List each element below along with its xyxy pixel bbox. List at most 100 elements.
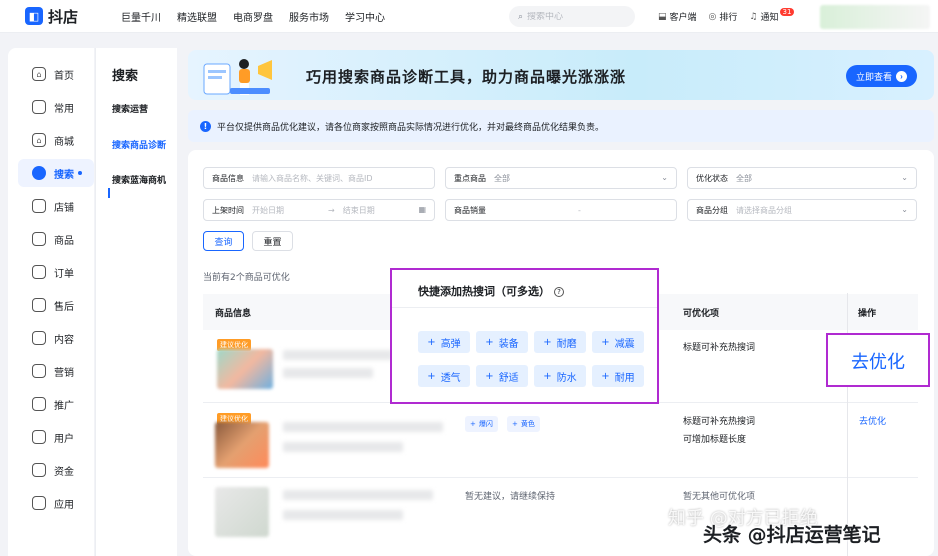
product-info-field[interactable]: 商品信息 请输入商品名称、关键词、商品ID bbox=[203, 167, 435, 189]
category-select[interactable]: 商品分组 请选择商品分组 ⌄ bbox=[687, 199, 917, 221]
view-now-label: 立即查看 bbox=[855, 71, 892, 82]
nav-item-market[interactable]: 服务市场 bbox=[289, 9, 329, 24]
help-icon[interactable]: ? bbox=[554, 287, 564, 297]
nav-item-alliance[interactable]: 精选联盟 bbox=[177, 9, 217, 24]
hot-keyword-popover: 快捷添加热搜词（可多选）? + 高弹 + 装备 + 耐磨 + 减震 + 透气 + 舒适 + 防… bbox=[390, 268, 659, 404]
submenu-item-blue-ocean[interactable]: 搜索蓝海商机 bbox=[112, 173, 166, 186]
sidebar-item-order[interactable]: 订单 bbox=[18, 258, 94, 286]
end-date[interactable]: 结束日期 bbox=[343, 205, 375, 216]
product-meta bbox=[283, 442, 403, 452]
content-icon bbox=[32, 331, 46, 345]
sidebar-item-content[interactable]: 内容 bbox=[18, 324, 94, 352]
submenu-item-diagnosis[interactable]: 搜索商品诊断 bbox=[112, 138, 166, 151]
keyword-chip[interactable]: + 爆闪 bbox=[465, 416, 498, 432]
reset-button[interactable]: 重置 bbox=[252, 231, 293, 251]
avatar[interactable] bbox=[820, 5, 930, 29]
sidebar-item-label: 搜索 bbox=[54, 169, 74, 181]
home-icon: ⌂ bbox=[32, 67, 46, 81]
product-thumbnail[interactable] bbox=[215, 422, 269, 468]
header-action: 操作 bbox=[858, 309, 877, 319]
promo-banner: 巧用搜索商品诊断工具，助力商品曝光涨涨涨 立即查看 › bbox=[188, 50, 934, 100]
sidebar: ⌂ 首页 常用 ⌂ 商城 搜索 店铺 商品 订单 售后 内容 营销 推广 用户 资金… bbox=[8, 48, 94, 556]
store-icon bbox=[32, 199, 46, 213]
listing-time-range[interactable]: 上架时间 开始日期 → 结束日期 ▦ bbox=[203, 199, 435, 221]
product-name bbox=[283, 490, 433, 500]
field-placeholder: 请输入商品名称、关键词、商品ID bbox=[252, 173, 373, 183]
client-button[interactable]: ⬓ 客户端 bbox=[658, 10, 697, 24]
keyword-chip[interactable]: + 耐磨 bbox=[534, 331, 586, 353]
sidebar-item-store[interactable]: 店铺 bbox=[18, 192, 94, 220]
info-icon: ! bbox=[200, 120, 211, 132]
keyword-label: 舒适 bbox=[498, 372, 519, 384]
sidebar-item-home[interactable]: ⌂ 首页 bbox=[18, 60, 94, 88]
range-arrow-icon: → bbox=[328, 205, 335, 215]
sidebar-item-user[interactable]: 用户 bbox=[18, 423, 94, 451]
bell-icon: ♫ bbox=[749, 11, 758, 22]
client-label: 客户端 bbox=[669, 13, 697, 23]
sidebar-item-apps[interactable]: 应用 bbox=[18, 489, 94, 517]
sidebar-item-label: 订单 bbox=[54, 268, 74, 280]
start-date[interactable]: 开始日期 bbox=[252, 205, 328, 216]
nav-item-compass[interactable]: 电商罗盘 bbox=[233, 9, 273, 24]
opt-status-select[interactable]: 优化状态 全部 ⌄ bbox=[687, 167, 917, 189]
sidebar-item-promote[interactable]: 推广 bbox=[18, 390, 94, 418]
rank-button[interactable]: ◎ 排行 bbox=[709, 10, 738, 24]
sidebar-item-label: 用户 bbox=[54, 433, 74, 445]
sidebar-item-search[interactable]: 搜索 bbox=[18, 159, 94, 187]
view-now-button[interactable]: 立即查看 › bbox=[846, 65, 917, 87]
opt-item: 暂无其他可优化项 bbox=[683, 492, 756, 502]
search-icon bbox=[32, 166, 46, 180]
notify-count-badge: 31 bbox=[779, 7, 795, 16]
sales-range[interactable]: 商品销量 - bbox=[445, 199, 677, 221]
field-label: 商品信息 bbox=[212, 173, 244, 183]
keyword-chip[interactable]: + 高弹 bbox=[418, 331, 470, 353]
range-separator: - bbox=[578, 205, 581, 215]
search-icon: ⌕ bbox=[518, 11, 524, 22]
megaphone-icon bbox=[32, 364, 46, 378]
sidebar-item-marketing[interactable]: 营销 bbox=[18, 357, 94, 385]
logo[interactable]: ◧ 抖店 bbox=[25, 6, 121, 27]
keyword-chip[interactable]: + 减震 bbox=[592, 331, 644, 353]
opt-item: 可增加标题长度 bbox=[683, 435, 747, 445]
sidebar-item-aftersale[interactable]: 售后 bbox=[18, 291, 94, 319]
nav-item-qianchuan[interactable]: 巨量千川 bbox=[121, 9, 161, 24]
global-search[interactable]: ⌕ bbox=[509, 6, 635, 27]
notify-label: 通知 bbox=[760, 13, 779, 23]
sidebar-item-funds[interactable]: 资金 bbox=[18, 456, 94, 484]
sidebar-item-common[interactable]: 常用 bbox=[18, 93, 94, 121]
key-product-select[interactable]: 重点商品 全部 ⌄ bbox=[445, 167, 677, 189]
highlighted-optimize[interactable]: 去优化 bbox=[826, 333, 930, 387]
submenu-item-search-ops[interactable]: 搜索运营 bbox=[112, 102, 148, 115]
query-button[interactable]: 查询 bbox=[203, 231, 244, 251]
sidebar-item-label: 常用 bbox=[54, 103, 74, 115]
no-suggestion-text: 暂无建议，请继续保持 bbox=[465, 492, 556, 502]
keyword-chip[interactable]: + 防水 bbox=[534, 365, 586, 387]
search-input[interactable] bbox=[527, 11, 624, 22]
field-label: 上架时间 bbox=[212, 205, 244, 215]
keyword-label: 高弹 bbox=[440, 338, 461, 350]
top-actions: ⬓ 客户端 ◎ 排行 ♫ 通知 31 bbox=[658, 0, 806, 33]
keyword-chip[interactable]: + 黄色 bbox=[507, 416, 540, 432]
keyword-chip[interactable]: + 透气 bbox=[418, 365, 470, 387]
keyword-chip[interactable]: + 舒适 bbox=[476, 365, 528, 387]
product-name bbox=[283, 350, 393, 360]
field-label: 优化状态 bbox=[696, 173, 728, 183]
nav-item-learning[interactable]: 学习中心 bbox=[345, 9, 385, 24]
notify-button[interactable]: ♫ 通知 31 bbox=[749, 7, 795, 23]
optimize-link[interactable]: 去优化 bbox=[859, 414, 886, 427]
sidebar-item-label: 内容 bbox=[54, 334, 74, 346]
logo-text: 抖店 bbox=[48, 7, 79, 26]
folder-icon bbox=[32, 100, 46, 114]
product-thumbnail[interactable] bbox=[217, 349, 273, 389]
product-thumbnail[interactable] bbox=[215, 487, 269, 537]
sidebar-item-goods[interactable]: 商品 bbox=[18, 225, 94, 253]
aftersale-icon bbox=[32, 298, 46, 312]
field-value: 全部 bbox=[736, 173, 752, 183]
keyword-chip[interactable]: + 耐用 bbox=[592, 365, 644, 387]
keyword-chip[interactable]: + 装备 bbox=[476, 331, 528, 353]
active-indicator bbox=[108, 188, 110, 198]
notice-text: 平台仅提供商品优化建议，请各位商家按照商品实际情况进行优化，并对最终商品优化结果… bbox=[217, 122, 605, 133]
optimize-link-large[interactable]: 去优化 bbox=[851, 348, 905, 374]
sidebar-item-mall[interactable]: ⌂ 商城 bbox=[18, 126, 94, 154]
chevron-down-icon: ⌄ bbox=[661, 173, 668, 182]
